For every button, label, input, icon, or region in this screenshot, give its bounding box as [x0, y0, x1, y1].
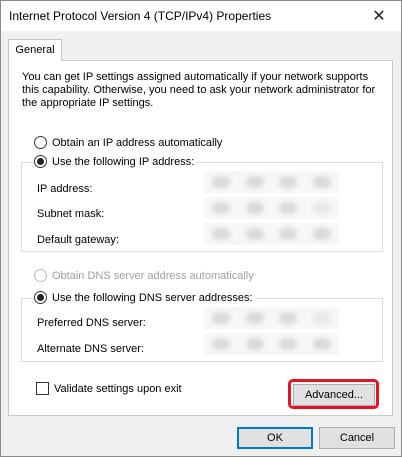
tab-general[interactable]: General — [8, 39, 62, 61]
preferred-dns-input[interactable] — [204, 307, 339, 329]
close-button[interactable]: ✕ — [357, 1, 401, 31]
ok-button[interactable]: OK — [237, 427, 313, 449]
dns-server-group: Preferred DNS server: Alternate DNS serv… — [21, 298, 383, 362]
redacted-octet — [313, 228, 332, 240]
obtain-ip-auto-label: Obtain an IP address automatically — [52, 136, 223, 149]
redacted-octet — [279, 202, 298, 214]
title-bar: Internet Protocol Version 4 (TCP/IPv4) P… — [1, 1, 401, 31]
general-panel: You can get IP settings assigned automat… — [8, 60, 393, 416]
use-following-ip-option[interactable]: Use the following IP address: — [34, 155, 198, 168]
use-following-dns-radio[interactable] — [34, 291, 47, 304]
advanced-button[interactable]: Advanced... — [293, 384, 375, 406]
redacted-octet — [245, 228, 264, 240]
use-following-ip-label: Use the following IP address: — [52, 155, 195, 168]
alternate-dns-label: Alternate DNS server: — [37, 343, 144, 355]
redacted-octet — [279, 338, 298, 350]
redacted-octet — [313, 176, 332, 188]
redacted-octet — [211, 312, 230, 324]
dialog-window: Internet Protocol Version 4 (TCP/IPv4) P… — [0, 0, 402, 457]
default-gateway-label: Default gateway: — [37, 234, 119, 246]
subnet-mask-input[interactable] — [204, 197, 339, 219]
subnet-mask-label: Subnet mask: — [37, 208, 105, 220]
description-text: You can get IP settings assigned automat… — [22, 71, 376, 109]
default-gateway-input[interactable] — [204, 223, 339, 245]
redacted-octet — [313, 202, 332, 214]
validate-settings-checkbox[interactable] — [36, 382, 49, 395]
redacted-octet — [313, 312, 332, 324]
redacted-octet — [313, 338, 332, 350]
redacted-octet — [245, 338, 264, 350]
ip-address-label: IP address: — [37, 183, 93, 195]
window-title: Internet Protocol Version 4 (TCP/IPv4) P… — [9, 9, 272, 23]
alternate-dns-input[interactable] — [204, 333, 339, 355]
use-following-ip-radio[interactable] — [34, 155, 47, 168]
redacted-octet — [279, 228, 298, 240]
cancel-button[interactable]: Cancel — [319, 427, 395, 449]
redacted-octet — [211, 228, 230, 240]
redacted-octet — [279, 312, 298, 324]
use-following-dns-option[interactable]: Use the following DNS server addresses: — [34, 291, 256, 304]
redacted-octet — [245, 202, 264, 214]
validate-settings-option[interactable]: Validate settings upon exit — [36, 382, 185, 395]
obtain-dns-auto-option[interactable]: Obtain DNS server address automatically — [34, 269, 257, 282]
obtain-ip-auto-option[interactable]: Obtain an IP address automatically — [34, 136, 226, 149]
redacted-octet — [211, 202, 230, 214]
redacted-octet — [211, 338, 230, 350]
preferred-dns-label: Preferred DNS server: — [37, 317, 146, 329]
obtain-dns-auto-label: Obtain DNS server address automatically — [52, 269, 254, 282]
redacted-octet — [279, 176, 298, 188]
close-icon: ✕ — [372, 8, 386, 25]
ip-address-group: IP address: Subnet mask: Default gateway… — [21, 162, 383, 252]
redacted-octet — [245, 176, 264, 188]
obtain-ip-auto-radio[interactable] — [34, 136, 47, 149]
validate-settings-label: Validate settings upon exit — [54, 382, 182, 395]
redacted-octet — [245, 312, 264, 324]
use-following-dns-label: Use the following DNS server addresses: — [52, 291, 253, 304]
redacted-octet — [211, 176, 230, 188]
ip-address-input[interactable] — [204, 171, 339, 193]
obtain-dns-auto-radio[interactable] — [34, 269, 47, 282]
